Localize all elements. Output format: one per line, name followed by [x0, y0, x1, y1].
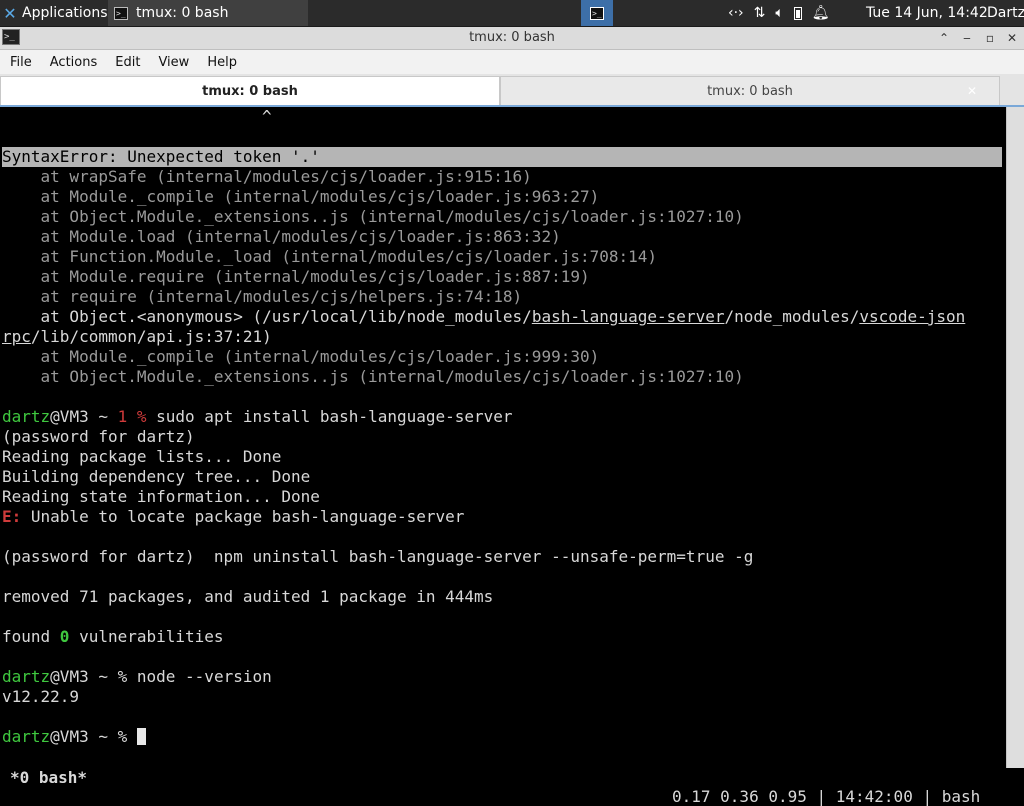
stack-line: at Function.Module._load (internal/modul… — [2, 247, 658, 266]
prompt-exit-code: 1 % — [117, 407, 157, 426]
tab-inactive[interactable]: tmux: 0 bash ✕ — [500, 76, 1000, 105]
path-link[interactable]: vscode-json — [859, 307, 965, 326]
clock[interactable]: Tue 14 Jun, 14:42 — [866, 0, 988, 26]
maximize-button[interactable]: ▫ — [981, 29, 999, 47]
terminal-area[interactable]: ^ SyntaxError: Unexpected token '.' at w… — [0, 107, 1006, 768]
menu-view[interactable]: View — [148, 55, 197, 70]
tab-label: tmux: 0 bash — [202, 84, 298, 99]
prompt-line-node: dartz@VM3 ~ % node --version — [2, 667, 272, 687]
user-menu[interactable]: Dartz — [987, 0, 1024, 26]
shade-button[interactable]: ⌃ — [935, 29, 953, 47]
caret-line: ^ — [262, 107, 272, 126]
vulnerability-count: 0 — [59, 627, 70, 646]
tab-close-icon[interactable]: ✕ — [967, 77, 977, 106]
stack-line: at Module._compile (internal/modules/cjs… — [2, 187, 600, 206]
error-prefix: E: — [2, 507, 22, 526]
prompt-symbol: % — [117, 727, 137, 746]
tab-label: tmux: 0 bash — [707, 84, 793, 99]
prompt-symbol: % — [117, 667, 137, 686]
npm-command-line: (password for dartz) npm uninstall bash-… — [2, 547, 754, 566]
network-activity-icon[interactable]: ‹·› — [728, 5, 744, 21]
prompt-host: @VM3 ~ — [50, 407, 118, 426]
terminal-icon: >_ — [590, 6, 604, 20]
stack-line: at Module._compile (internal/modules/cjs… — [2, 347, 600, 366]
stack-line: at require (internal/modules/cjs/helpers… — [2, 287, 523, 306]
applications-menu[interactable]: ✕ Applications — [2, 0, 108, 26]
top-panel: ✕ Applications >_ tmux: 0 bash >_ ‹·› ⇅ … — [0, 0, 1024, 27]
anon-prefix: at Object.<anonymous> (/usr/local/lib/no… — [2, 307, 532, 326]
close-window-button[interactable]: ✕ — [1003, 29, 1021, 47]
npm-output-line: removed 71 packages, and audited 1 packa… — [2, 587, 494, 606]
path-link[interactable]: bash-language-server — [532, 307, 725, 326]
stack-line: at Object.Module._extensions..js (intern… — [2, 207, 744, 226]
stack-line: at Module.load (internal/modules/cjs/loa… — [2, 227, 561, 246]
prompt-host: @VM3 ~ — [50, 727, 118, 746]
prompt-line-apt: dartz@VM3 ~ 1 % sudo apt install bash-la… — [2, 407, 513, 427]
menu-file[interactable]: File — [0, 55, 40, 70]
tmux-status-bar: *0 bash* 0.17 0.36 0.95 | 14:42:00 | bas… — [0, 749, 1006, 806]
anon-middle: /node_modules/ — [724, 307, 860, 326]
text-cursor — [136, 728, 146, 745]
xfce-logo-icon: ✕ — [3, 3, 17, 23]
prompt-host: @VM3 ~ — [50, 667, 118, 686]
command-text: node --version — [136, 667, 272, 686]
terminal-scrollbar[interactable] — [1006, 107, 1024, 768]
error-message: Unable to locate package bash-language-s… — [21, 507, 465, 526]
found-prefix: found — [2, 627, 60, 646]
window-titlebar[interactable]: >_ tmux: 0 bash ⌃ ‒ ▫ ✕ — [0, 27, 1024, 50]
prompt-user: dartz — [2, 667, 51, 686]
vulnerabilities-line: found 0 vulnerabilities — [2, 627, 224, 647]
password-prompt: (password for dartz) — [2, 427, 195, 446]
terminal-icon: >_ — [114, 6, 128, 20]
notification-bell-icon[interactable]: 🔔︎ — [812, 5, 830, 21]
tab-bar: tmux: 0 bash tmux: 0 bash ✕ — [0, 74, 1024, 107]
menu-actions[interactable]: Actions — [40, 55, 106, 70]
found-suffix: vulnerabilities — [69, 627, 224, 646]
battery-icon[interactable] — [793, 6, 802, 20]
volume-icon[interactable]: 🔈︎ — [775, 5, 783, 21]
taskbar-window-button[interactable]: >_ tmux: 0 bash — [108, 0, 308, 26]
anonymous-stack-continuation: rpc/lib/common/api.js:37:21) — [2, 327, 272, 347]
error-line: SyntaxError: Unexpected token '.' — [2, 147, 1002, 167]
node-version-output: v12.22.9 — [2, 687, 80, 706]
menu-edit[interactable]: Edit — [105, 55, 148, 70]
prompt-line-current: dartz@VM3 ~ % — [2, 727, 146, 747]
output-line: Reading state information... Done — [2, 487, 320, 506]
anon-rest: /lib/common/api.js:37:21) — [30, 327, 272, 346]
minimize-button[interactable]: ‒ — [958, 29, 976, 47]
window-title: tmux: 0 bash — [469, 30, 555, 45]
stack-line: at Object.Module._extensions..js (intern… — [2, 367, 744, 386]
tmux-status-right: 0.17 0.36 0.95 | 14:42:00 | bash — [672, 787, 981, 806]
system-tray: ‹·› ⇅ 🔈︎ 🔔︎ — [728, 0, 830, 26]
network-updown-icon[interactable]: ⇅ — [754, 5, 766, 21]
stack-line: at wrapSafe (internal/modules/cjs/loader… — [2, 167, 532, 186]
output-line: Building dependency tree... Done — [2, 467, 311, 486]
tmux-window-list[interactable]: *0 bash* — [10, 768, 87, 787]
workspace-button[interactable]: >_ — [581, 0, 613, 26]
taskbar-window-label: tmux: 0 bash — [136, 5, 229, 21]
menu-help[interactable]: Help — [197, 55, 245, 70]
command-text: sudo apt install bash-language-server — [156, 407, 513, 426]
tab-active[interactable]: tmux: 0 bash — [0, 76, 500, 105]
anonymous-stack-line: at Object.<anonymous> (/usr/local/lib/no… — [2, 307, 966, 327]
output-line: Reading package lists... Done — [2, 447, 282, 466]
apt-error-line: E: Unable to locate package bash-languag… — [2, 507, 464, 527]
stack-line: at Module.require (internal/modules/cjs/… — [2, 267, 590, 286]
applications-label: Applications — [22, 5, 108, 21]
prompt-user: dartz — [2, 727, 51, 746]
path-link[interactable]: rpc — [2, 327, 31, 346]
menubar: File Actions Edit View Help — [0, 50, 1024, 74]
prompt-user: dartz — [2, 407, 51, 426]
